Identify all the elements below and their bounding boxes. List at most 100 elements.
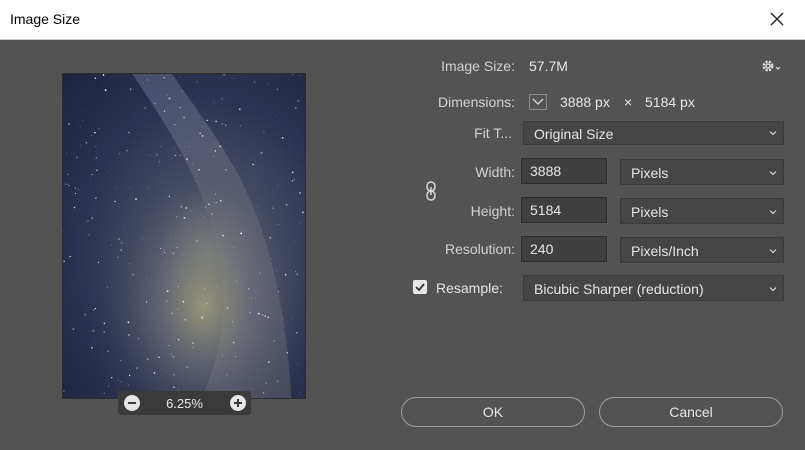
star <box>103 331 105 333</box>
star <box>156 154 158 156</box>
star <box>275 115 277 117</box>
star <box>294 240 296 241</box>
star <box>252 163 254 166</box>
star <box>166 95 168 97</box>
fit-to-select[interactable]: Original Size <box>523 121 784 145</box>
resolution-input[interactable] <box>521 236 607 262</box>
star <box>73 206 76 209</box>
star <box>235 356 237 358</box>
close-icon[interactable] <box>767 9 787 29</box>
star <box>298 131 300 132</box>
star <box>275 270 277 272</box>
fit-to-label: Fit T... <box>474 125 512 141</box>
milky-way-image <box>63 74 305 398</box>
star <box>233 247 234 249</box>
star <box>233 78 234 80</box>
star <box>171 312 173 314</box>
star <box>192 342 194 344</box>
resample-method-select[interactable]: Bicubic Sharper (reduction) <box>523 275 784 301</box>
star <box>292 318 294 320</box>
image-preview[interactable] <box>62 73 306 399</box>
star <box>299 75 301 77</box>
star <box>168 97 171 100</box>
star <box>223 74 225 76</box>
star <box>295 270 297 272</box>
star <box>190 210 192 211</box>
star <box>81 359 82 360</box>
link-icon[interactable] <box>424 180 438 202</box>
resolution-unit-select[interactable]: Pixels/Inch <box>620 237 784 263</box>
star <box>107 350 109 352</box>
star <box>65 183 67 185</box>
star <box>111 376 113 379</box>
dimensions-unit-dropdown[interactable] <box>529 94 547 110</box>
star <box>63 390 65 392</box>
star <box>271 258 273 260</box>
star <box>120 380 122 382</box>
star <box>295 107 297 109</box>
resample-label: Resample: <box>436 280 503 296</box>
dimensions-separator: × <box>624 94 633 110</box>
star <box>179 76 181 78</box>
star <box>277 224 279 226</box>
star <box>179 154 181 156</box>
star <box>300 223 301 224</box>
star <box>85 141 88 144</box>
star <box>253 117 255 119</box>
star <box>239 125 241 127</box>
cancel-button[interactable]: Cancel <box>599 397 783 427</box>
star <box>204 216 206 218</box>
star <box>128 334 130 336</box>
star <box>127 321 130 324</box>
resample-checkbox[interactable] <box>413 280 427 294</box>
star <box>114 200 116 203</box>
width-unit-select[interactable]: Pixels <box>620 159 784 185</box>
star <box>117 256 119 258</box>
star <box>240 232 243 235</box>
star <box>116 187 118 188</box>
star <box>220 200 222 202</box>
star <box>257 312 260 315</box>
star <box>173 148 175 149</box>
star <box>174 124 176 126</box>
star <box>135 198 137 201</box>
star <box>92 309 95 311</box>
star <box>173 374 175 376</box>
star <box>169 237 171 239</box>
star <box>183 116 185 119</box>
star <box>299 392 300 394</box>
star <box>163 110 166 112</box>
star <box>263 131 265 133</box>
star <box>67 183 69 185</box>
dimensions-label: Dimensions: <box>437 94 515 110</box>
star <box>186 366 189 369</box>
star <box>104 89 107 92</box>
width-label: Width: <box>475 164 515 180</box>
width-input[interactable] <box>521 158 607 184</box>
star <box>298 166 299 167</box>
star <box>299 192 301 194</box>
star <box>76 156 78 158</box>
star <box>238 177 239 178</box>
star <box>68 184 70 187</box>
star <box>213 155 215 158</box>
height-unit-select[interactable]: Pixels <box>620 198 784 224</box>
ok-button[interactable]: OK <box>401 397 585 427</box>
star <box>221 356 223 358</box>
gear-icon[interactable] <box>760 57 782 75</box>
star <box>78 188 79 190</box>
checkmark-icon <box>415 283 425 292</box>
star <box>182 90 183 92</box>
star <box>87 220 89 222</box>
star <box>222 355 224 357</box>
star <box>103 85 105 87</box>
dimensions-height: 5184 px <box>645 94 695 110</box>
star <box>254 81 256 83</box>
zoom-in-icon[interactable] <box>230 395 246 411</box>
star <box>66 173 69 176</box>
star <box>236 280 237 282</box>
star <box>212 119 214 121</box>
star <box>196 240 198 242</box>
height-input[interactable] <box>521 197 607 223</box>
star <box>273 340 275 342</box>
